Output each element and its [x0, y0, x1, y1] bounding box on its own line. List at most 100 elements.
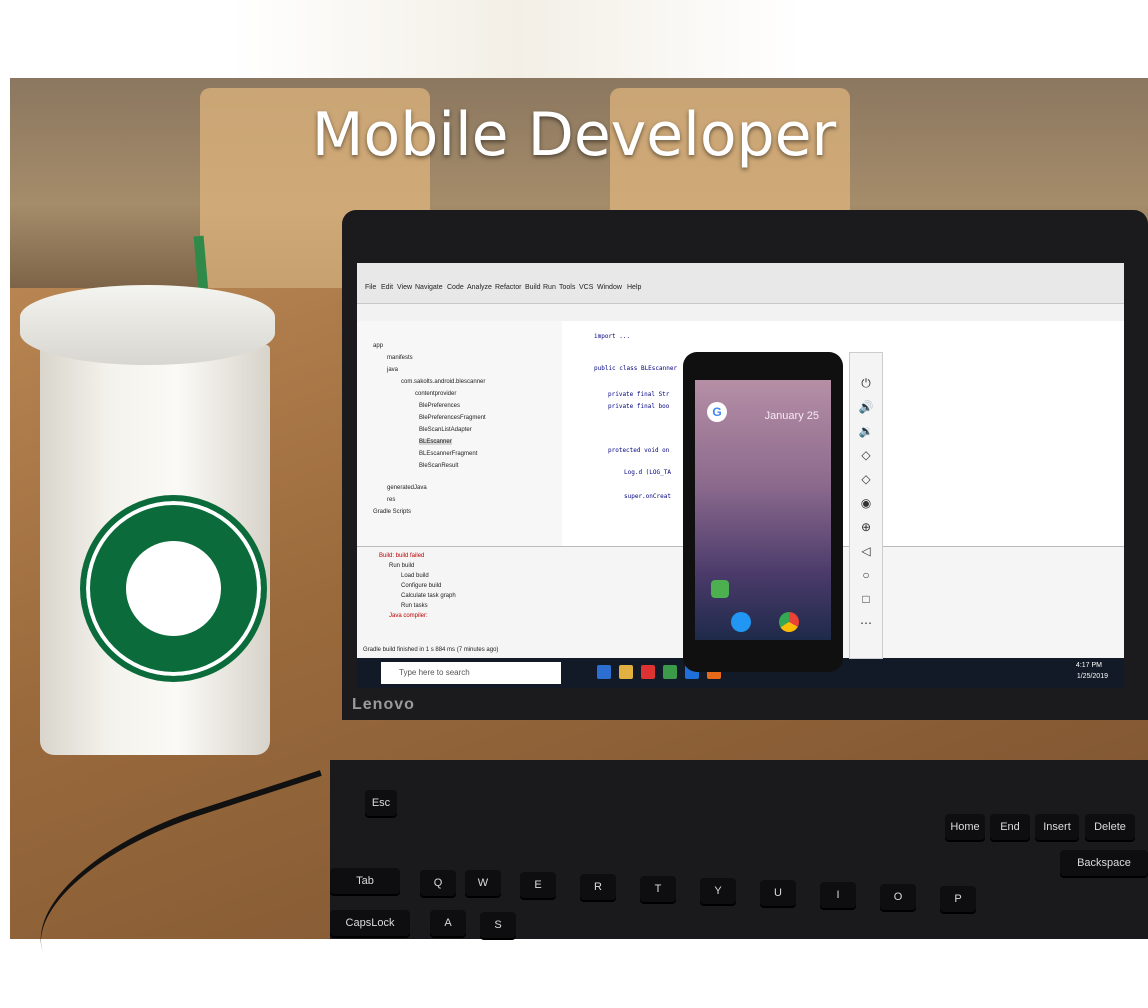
build-line[interactable]: Load build [401, 573, 429, 579]
back-icon[interactable]: ◁ [858, 543, 874, 559]
code-line: public class BLEscanner [594, 365, 678, 372]
tree-item[interactable]: BlePreferences [419, 403, 460, 409]
search-placeholder: Type here to search [399, 668, 470, 677]
tree-item[interactable]: generatedJava [387, 485, 427, 491]
key-p[interactable]: P [940, 886, 976, 912]
key-insert[interactable]: Insert [1035, 814, 1079, 840]
build-line[interactable]: Java compiler: [389, 613, 428, 619]
emulator-toolbar: ⏻ 🔊 🔉 ◇ ◇ ◉ ⊕ ◁ ○ □ ⋯ [849, 352, 883, 659]
code-line: super.onCreat [624, 493, 671, 500]
tree-item[interactable]: Gradle Scripts [373, 509, 411, 515]
menu-file[interactable]: File [365, 284, 376, 291]
coffee-cup [20, 285, 275, 755]
top-banner [0, 0, 1148, 80]
key-o[interactable]: O [880, 884, 916, 910]
key-u[interactable]: U [760, 880, 796, 906]
menu-refactor[interactable]: Refactor [495, 284, 521, 291]
code-line: protected void on [608, 447, 670, 454]
android-emulator[interactable]: G January 25 [683, 352, 843, 672]
build-line[interactable]: Run tasks [401, 603, 428, 609]
status-bar-text: Gradle build finished in 1 s 884 ms (7 m… [363, 647, 499, 653]
key-t[interactable]: T [640, 876, 676, 902]
menu-help[interactable]: Help [627, 284, 641, 291]
build-line[interactable]: Configure build [401, 583, 441, 589]
camera-icon[interactable]: ◉ [858, 495, 874, 511]
build-line[interactable]: Run build [389, 563, 414, 569]
logo-center [126, 541, 221, 636]
code-line: import ... [594, 333, 631, 340]
code-line: private final boo [608, 403, 670, 410]
tree-item[interactable]: BleScanResult [419, 463, 458, 469]
code-line: Log.d (LOG_TA [624, 469, 671, 476]
tree-item[interactable]: BLEscannerFragment [419, 451, 477, 457]
menu-tools[interactable]: Tools [559, 284, 575, 291]
key-i[interactable]: I [820, 882, 856, 908]
build-line[interactable]: Calculate task graph [401, 593, 456, 599]
project-panel: app manifests java com.sakolts.android.b… [357, 321, 563, 546]
code-editor[interactable]: import ... public class BLEscanner priva… [562, 321, 1124, 546]
more-icon[interactable]: ⋯ [858, 615, 874, 631]
tree-item[interactable]: BlePreferencesFragment [419, 415, 486, 421]
emulator-screen[interactable]: G January 25 [695, 380, 831, 640]
home-icon[interactable]: ○ [858, 567, 874, 583]
ide-menubar: File Edit View Navigate Code Analyze Ref… [357, 263, 1124, 304]
tree-item[interactable]: contentprovider [415, 391, 456, 397]
app-icon[interactable] [597, 665, 611, 679]
zoom-icon[interactable]: ⊕ [858, 519, 874, 535]
key-a[interactable]: A [430, 910, 466, 936]
key-backspace[interactable]: Backspace [1060, 850, 1148, 876]
menu-view[interactable]: View [397, 284, 412, 291]
key-delete[interactable]: Delete [1085, 814, 1135, 840]
menu-analyze[interactable]: Analyze [467, 284, 492, 291]
key-esc[interactable]: Esc [365, 790, 397, 816]
menu-vcs[interactable]: VCS [579, 284, 593, 291]
menu-code[interactable]: Code [447, 284, 464, 291]
folder-icon[interactable] [619, 665, 633, 679]
taskbar-date: 1/25/2019 [1076, 673, 1108, 680]
tree-item[interactable]: app [373, 343, 383, 349]
menu-window[interactable]: Window [597, 284, 622, 291]
laptop-brand: Lenovo [352, 696, 415, 713]
google-search-icon[interactable]: G [707, 402, 727, 422]
menu-edit[interactable]: Edit [381, 284, 393, 291]
tree-item[interactable]: com.sakolts.android.blescanner [401, 379, 485, 385]
key-home[interactable]: Home [945, 814, 985, 840]
chrome-icon[interactable] [641, 665, 655, 679]
maps-icon[interactable] [711, 580, 729, 598]
tree-item[interactable]: manifests [387, 355, 413, 361]
key-r[interactable]: R [580, 874, 616, 900]
key-y[interactable]: Y [700, 878, 736, 904]
keyboard: Esc Home End Insert Delete Q W E R T Y U… [330, 760, 1148, 939]
rotate-right-icon[interactable]: ◇ [858, 471, 874, 487]
taskbar-time: 4:17 PM [1075, 662, 1102, 669]
code-line: private final Str [608, 391, 670, 398]
menu-navigate[interactable]: Navigate [415, 284, 443, 291]
key-e[interactable]: E [520, 872, 556, 898]
chrome-icon[interactable] [779, 612, 799, 632]
tree-item[interactable]: res [387, 497, 395, 503]
key-tab[interactable]: Tab [330, 868, 400, 894]
key-capslock[interactable]: CapsLock [330, 910, 410, 936]
rotate-left-icon[interactable]: ◇ [858, 447, 874, 463]
page-title: Mobile Developer [311, 100, 837, 170]
key-s[interactable]: S [480, 912, 516, 938]
key-w[interactable]: W [465, 870, 501, 896]
emulator-date: January 25 [764, 410, 819, 422]
menu-run[interactable]: Run [543, 284, 556, 291]
taskbar-search[interactable]: Type here to search [381, 662, 561, 684]
android-studio-icon[interactable] [663, 665, 677, 679]
volume-up-icon[interactable]: 🔊 [858, 399, 874, 415]
coffee-logo [80, 495, 267, 682]
key-end[interactable]: End [990, 814, 1030, 840]
tree-item-selected[interactable]: BLEscanner [419, 439, 452, 445]
menu-build[interactable]: Build [525, 284, 541, 291]
overview-icon[interactable]: □ [858, 591, 874, 607]
key-q[interactable]: Q [420, 870, 456, 896]
cup-lid [20, 285, 275, 365]
tree-item[interactable]: java [387, 367, 398, 373]
messages-icon[interactable] [731, 612, 751, 632]
power-icon[interactable]: ⏻ [858, 375, 874, 391]
build-status-line[interactable]: Build: build failed [379, 553, 424, 559]
tree-item[interactable]: BleScanListAdapter [419, 427, 472, 433]
volume-down-icon[interactable]: 🔉 [858, 423, 874, 439]
